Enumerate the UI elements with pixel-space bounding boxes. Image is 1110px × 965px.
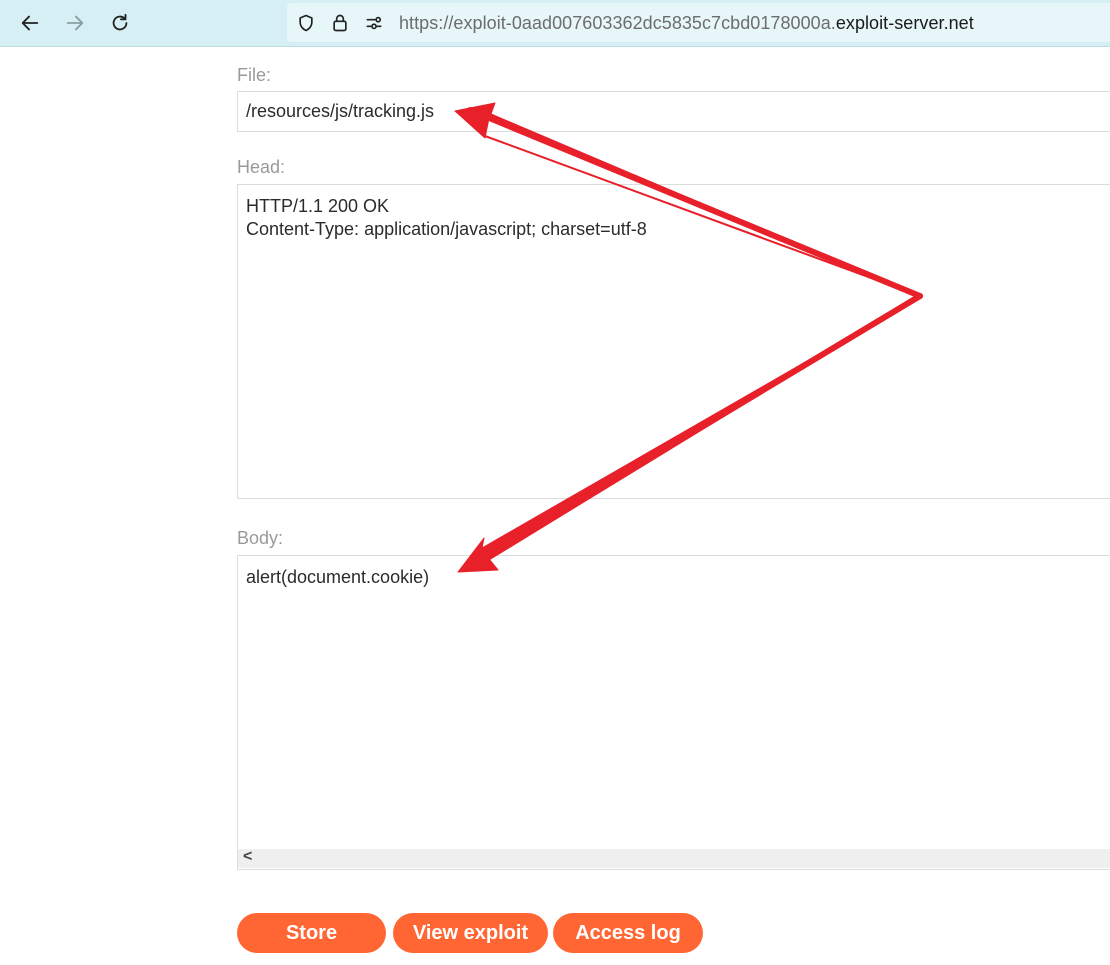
url-prefix: https://exploit-0aad007603362dc5835c7cbd…	[399, 13, 836, 33]
address-bar[interactable]: https://exploit-0aad007603362dc5835c7cbd…	[287, 3, 1110, 42]
lock-icon[interactable]	[329, 12, 351, 34]
view-exploit-button[interactable]: View exploit	[393, 913, 548, 953]
reload-button[interactable]	[104, 7, 136, 39]
browser-toolbar: https://exploit-0aad007603362dc5835c7cbd…	[0, 0, 1110, 47]
forward-button[interactable]	[59, 7, 91, 39]
file-input[interactable]: /resources/js/tracking.js	[237, 91, 1110, 132]
forward-arrow-icon	[66, 15, 84, 31]
head-textarea[interactable]: HTTP/1.1 200 OK Content-Type: applicatio…	[237, 184, 1110, 499]
store-button[interactable]: Store	[237, 913, 386, 953]
body-label: Body:	[237, 528, 284, 548]
url-domain: exploit-server.net	[835, 13, 974, 33]
body-textarea[interactable]: alert(document.cookie)	[237, 555, 1110, 870]
head-label: Head:	[237, 157, 286, 177]
body-horizontal-scrollbar[interactable]: <	[238, 848, 1110, 868]
scroll-left-icon[interactable]: <	[243, 848, 252, 866]
back-arrow-icon	[21, 15, 39, 31]
url-text[interactable]: https://exploit-0aad007603362dc5835c7cbd…	[399, 13, 974, 34]
file-label: File:	[237, 65, 272, 85]
shield-icon[interactable]	[295, 12, 317, 34]
access-log-button[interactable]: Access log	[553, 913, 703, 953]
permissions-icon[interactable]	[363, 12, 385, 34]
reload-icon	[112, 13, 128, 31]
back-button[interactable]	[14, 7, 46, 39]
